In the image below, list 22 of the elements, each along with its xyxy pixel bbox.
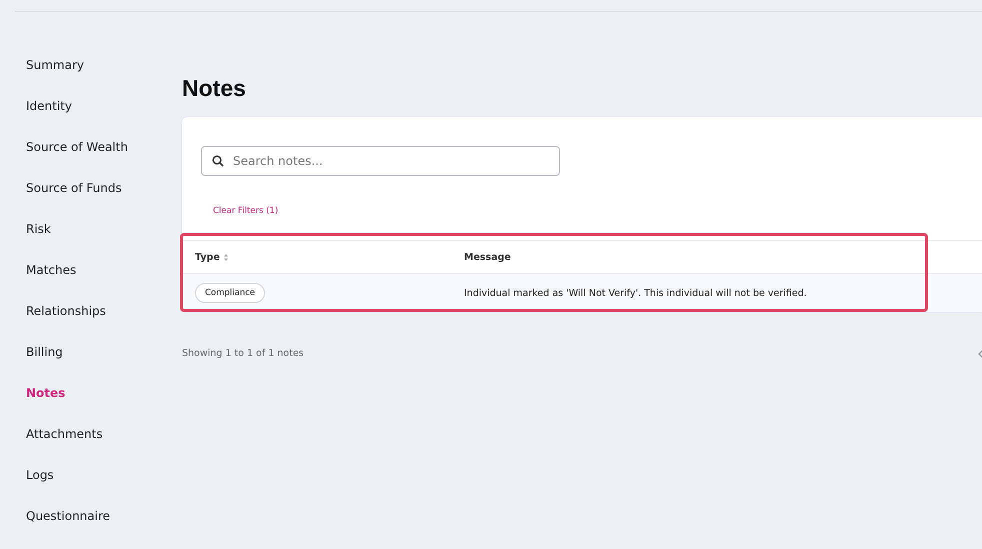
page-title: Notes — [182, 74, 247, 103]
sidebar-item[interactable]: Relationships — [0, 303, 182, 344]
sort-icon — [224, 254, 228, 260]
sidebar-item[interactable]: Logs — [0, 467, 182, 508]
clear-filters-link[interactable]: Clear Filters (1) — [213, 206, 278, 216]
column-header: Message — [464, 252, 511, 262]
sidebar-item[interactable]: Notes — [0, 385, 182, 426]
sidebar-item[interactable]: Risk — [0, 221, 182, 262]
results-count: Showing 1 to 1 of 1 notes — [182, 348, 304, 359]
sidebar-item[interactable]: Matches — [0, 262, 182, 303]
search-field[interactable]: Search notes... — [201, 146, 560, 176]
sidebar-item[interactable]: Questionnaire — [0, 508, 182, 549]
sidebar-item[interactable]: Identity — [0, 98, 182, 139]
column-header[interactable]: Type — [182, 252, 464, 262]
search-icon — [212, 155, 224, 167]
sidebar-item[interactable]: Summary — [0, 57, 182, 98]
table-cell: Individual marked as 'Will Not Verify'. This individual will not be verified. — [464, 288, 807, 298]
type-tag: Compliance — [195, 283, 266, 303]
sidebar-item[interactable]: Source of Funds — [0, 180, 182, 221]
sidebar-item[interactable]: Billing — [0, 344, 182, 385]
sidebar-item[interactable]: Source of Wealth — [0, 139, 182, 180]
sidebar-item[interactable]: Attachments — [0, 426, 182, 467]
